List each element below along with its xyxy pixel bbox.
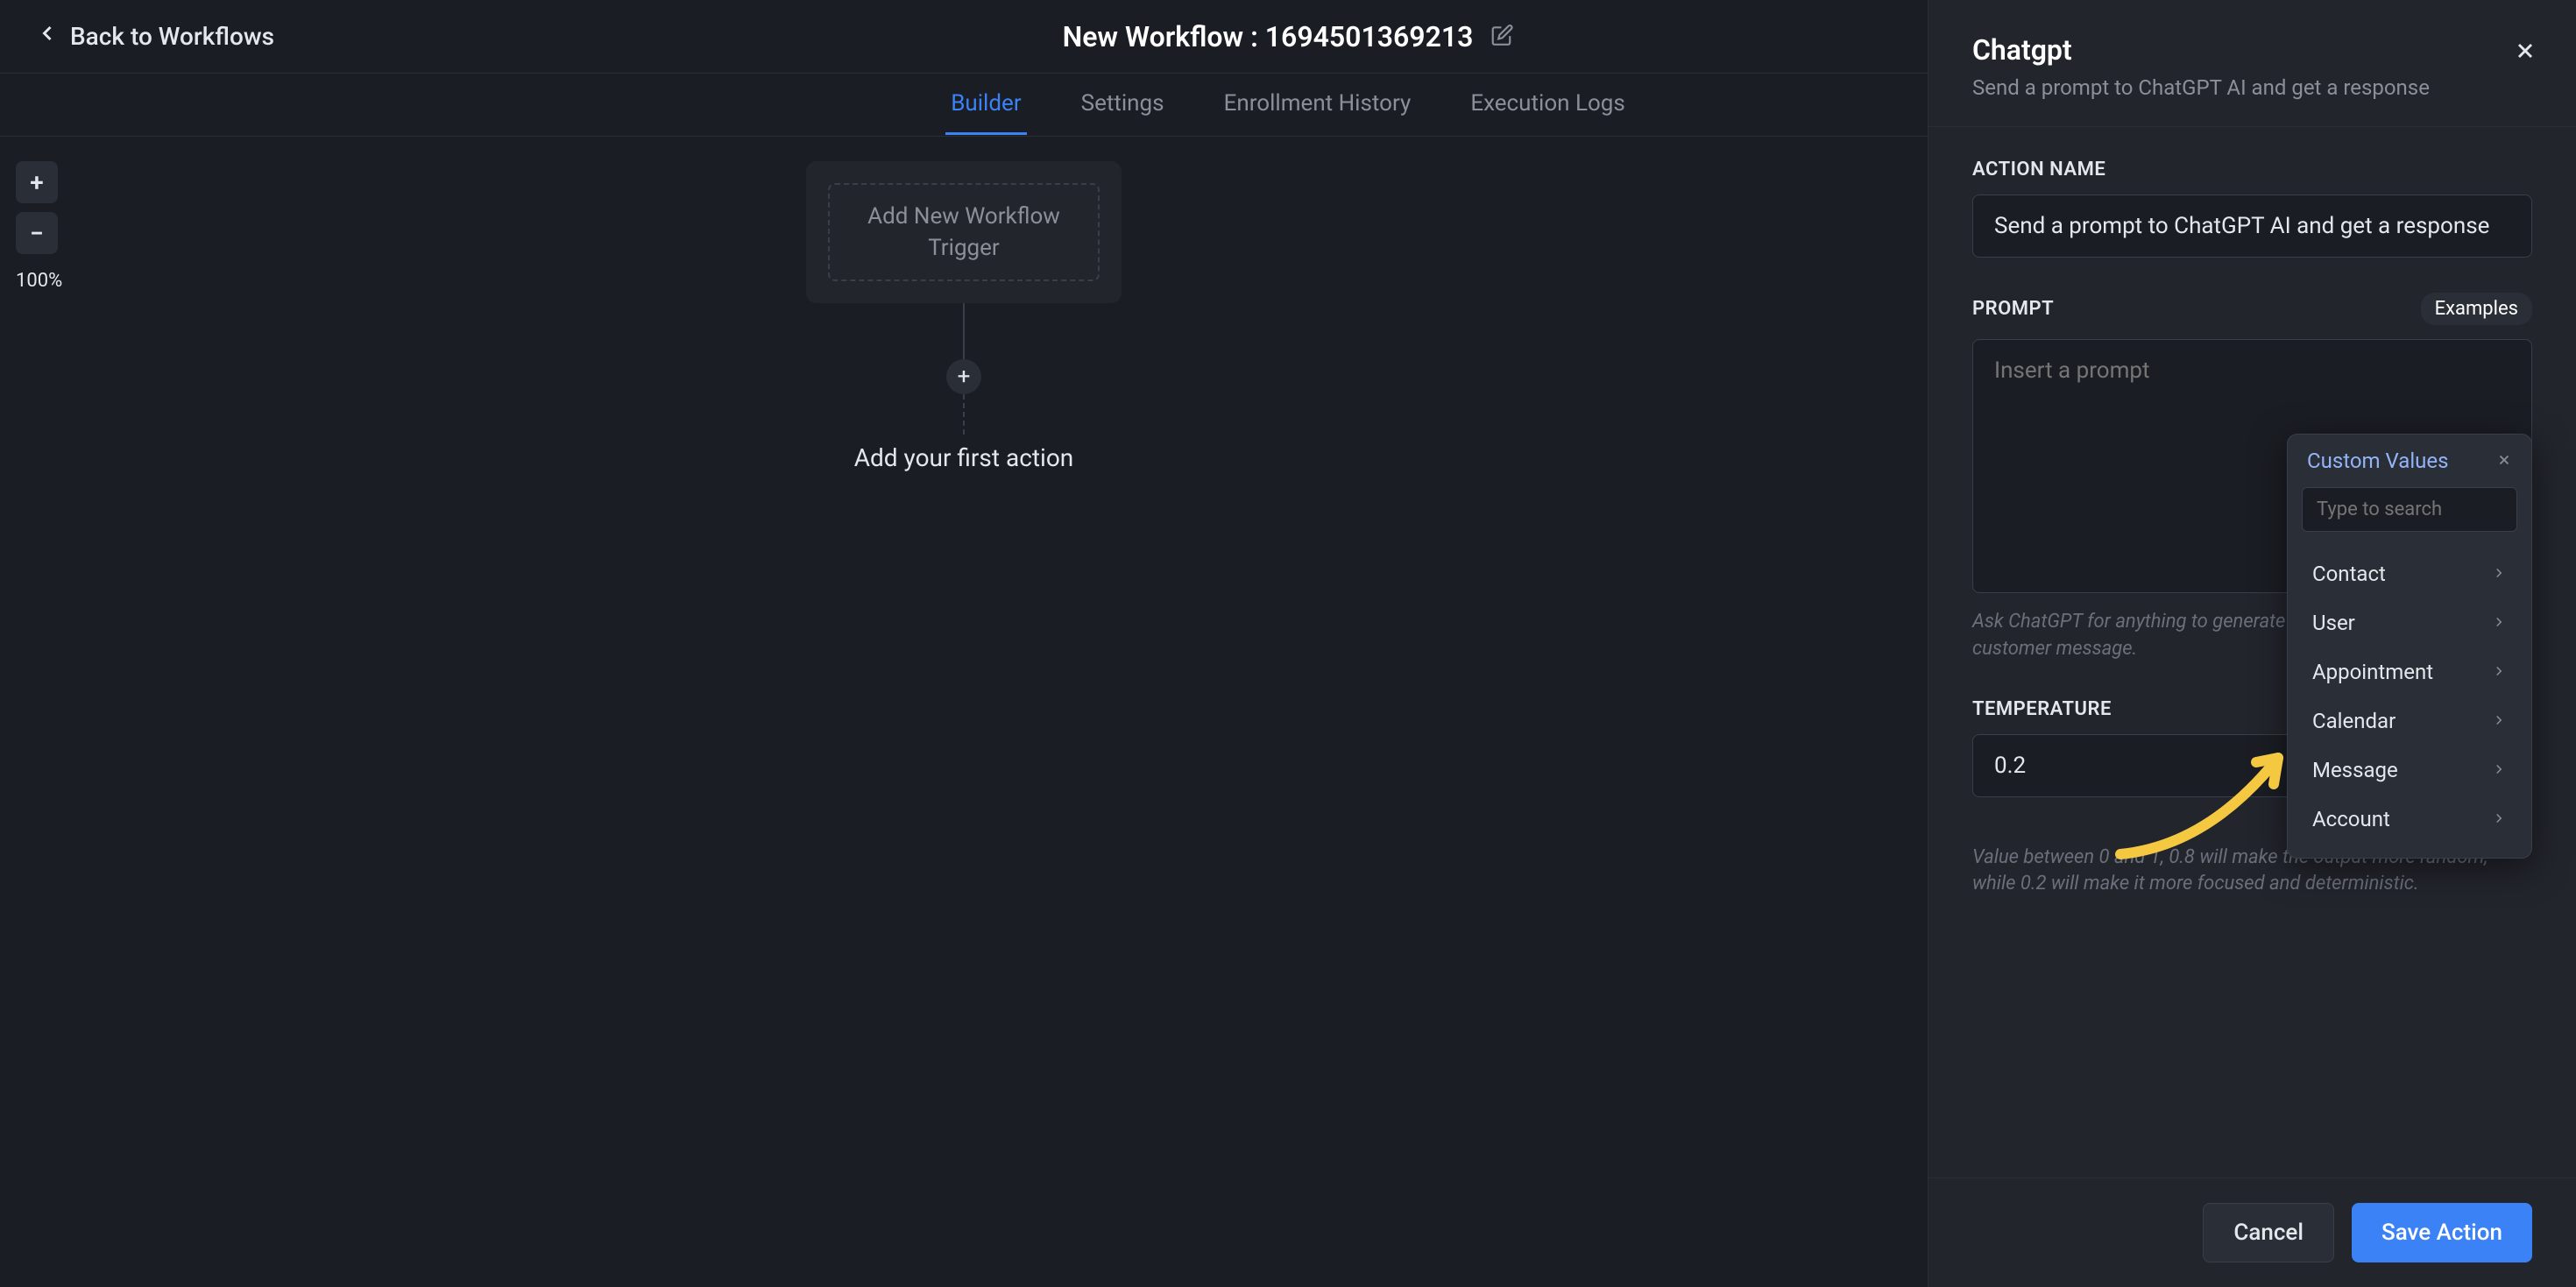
trigger-line1: Add New Workflow [867,201,1060,232]
pencil-icon [1490,33,1513,50]
dropdown-item-calendar[interactable]: Calendar [2298,697,2521,746]
action-name-input[interactable] [1972,194,2532,258]
dropdown-item-label: Contact [2312,562,2386,586]
connector-line [963,303,965,359]
zoom-out-button[interactable]: − [16,212,58,254]
back-label: Back to Workflows [70,22,274,51]
prompt-header-row: PROMPT Examples [1972,293,2532,325]
prompt-actions: Examples [2421,293,2532,325]
trigger-line2: Trigger [928,232,1000,264]
panel-body: ACTION NAME PROMPT Examples Ask ChatGPT … [1928,127,2576,1177]
dropdown-search-input[interactable] [2302,487,2517,532]
title-center: New Workflow : 1694501369213 [1063,20,1514,53]
zoom-controls: + − 100% [16,161,62,292]
dropdown-item-user[interactable]: User [2298,598,2521,647]
chevron-right-icon [2491,807,2507,831]
add-first-action-text: Add your first action [854,443,1074,472]
chevron-right-icon [2491,660,2507,684]
panel-title: Chatgpt [1972,33,2532,67]
trigger-block: Add New Workflow Trigger [806,161,1122,303]
dropdown-item-label: Account [2312,807,2390,831]
dropdown-item-label: Calendar [2312,709,2396,733]
chevron-left-icon [35,21,60,52]
prompt-label: PROMPT [1972,298,2054,320]
edit-title-button[interactable] [1490,24,1513,50]
dropdown-item-label: Appointment [2312,660,2433,684]
add-trigger-button[interactable]: Add New Workflow Trigger [828,183,1100,281]
dropdown-close-button[interactable] [2496,449,2512,473]
zoom-in-button[interactable]: + [16,161,58,203]
dropdown-item-appointment[interactable]: Appointment [2298,647,2521,697]
dropdown-item-label: User [2312,611,2355,635]
close-icon [2496,449,2512,473]
dropdown-item-contact[interactable]: Contact [2298,549,2521,598]
dropdown-title: Custom Values [2307,449,2449,473]
cancel-button[interactable]: Cancel [2203,1203,2334,1262]
action-name-label: ACTION NAME [1972,159,2532,180]
dropdown-item-message[interactable]: Message [2298,746,2521,795]
tab-builder[interactable]: Builder [945,74,1026,135]
chevron-right-icon [2491,758,2507,782]
zoom-level: 100% [16,270,62,292]
save-action-button[interactable]: Save Action [2352,1203,2532,1262]
examples-link[interactable]: Examples [2421,293,2532,325]
panel-subtitle: Send a prompt to ChatGPT AI and get a re… [1972,75,2532,100]
tab-settings[interactable]: Settings [1076,74,1170,135]
close-panel-button[interactable] [2513,39,2537,67]
close-icon [2513,50,2537,67]
add-step-button[interactable]: + [946,359,981,394]
chevron-right-icon [2491,709,2507,733]
dropdown-list: Contact User Appointment Calendar Messag… [2288,542,2531,858]
workflow-title: New Workflow : 1694501369213 [1063,20,1474,53]
back-to-workflows-link[interactable]: Back to Workflows [35,21,274,52]
connector-dashed [963,394,965,435]
chevron-right-icon [2491,562,2507,586]
dropdown-search-wrap [2288,487,2531,542]
dropdown-header: Custom Values [2288,435,2531,487]
panel-footer: Cancel Save Action [1928,1177,2576,1287]
dropdown-item-label: Message [2312,758,2398,782]
tab-execution-logs[interactable]: Execution Logs [1465,74,1630,135]
chevron-right-icon [2491,611,2507,635]
side-panel: Chatgpt Send a prompt to ChatGPT AI and … [1928,0,2576,1287]
dropdown-item-account[interactable]: Account [2298,795,2521,844]
panel-header: Chatgpt Send a prompt to ChatGPT AI and … [1928,0,2576,127]
tab-enrollment-history[interactable]: Enrollment History [1219,74,1417,135]
canvas-area: + − 100% Add New Workflow Trigger + Add … [0,137,1928,1287]
plus-icon: + [958,364,971,390]
custom-values-dropdown: Custom Values Contact User [2287,434,2532,859]
